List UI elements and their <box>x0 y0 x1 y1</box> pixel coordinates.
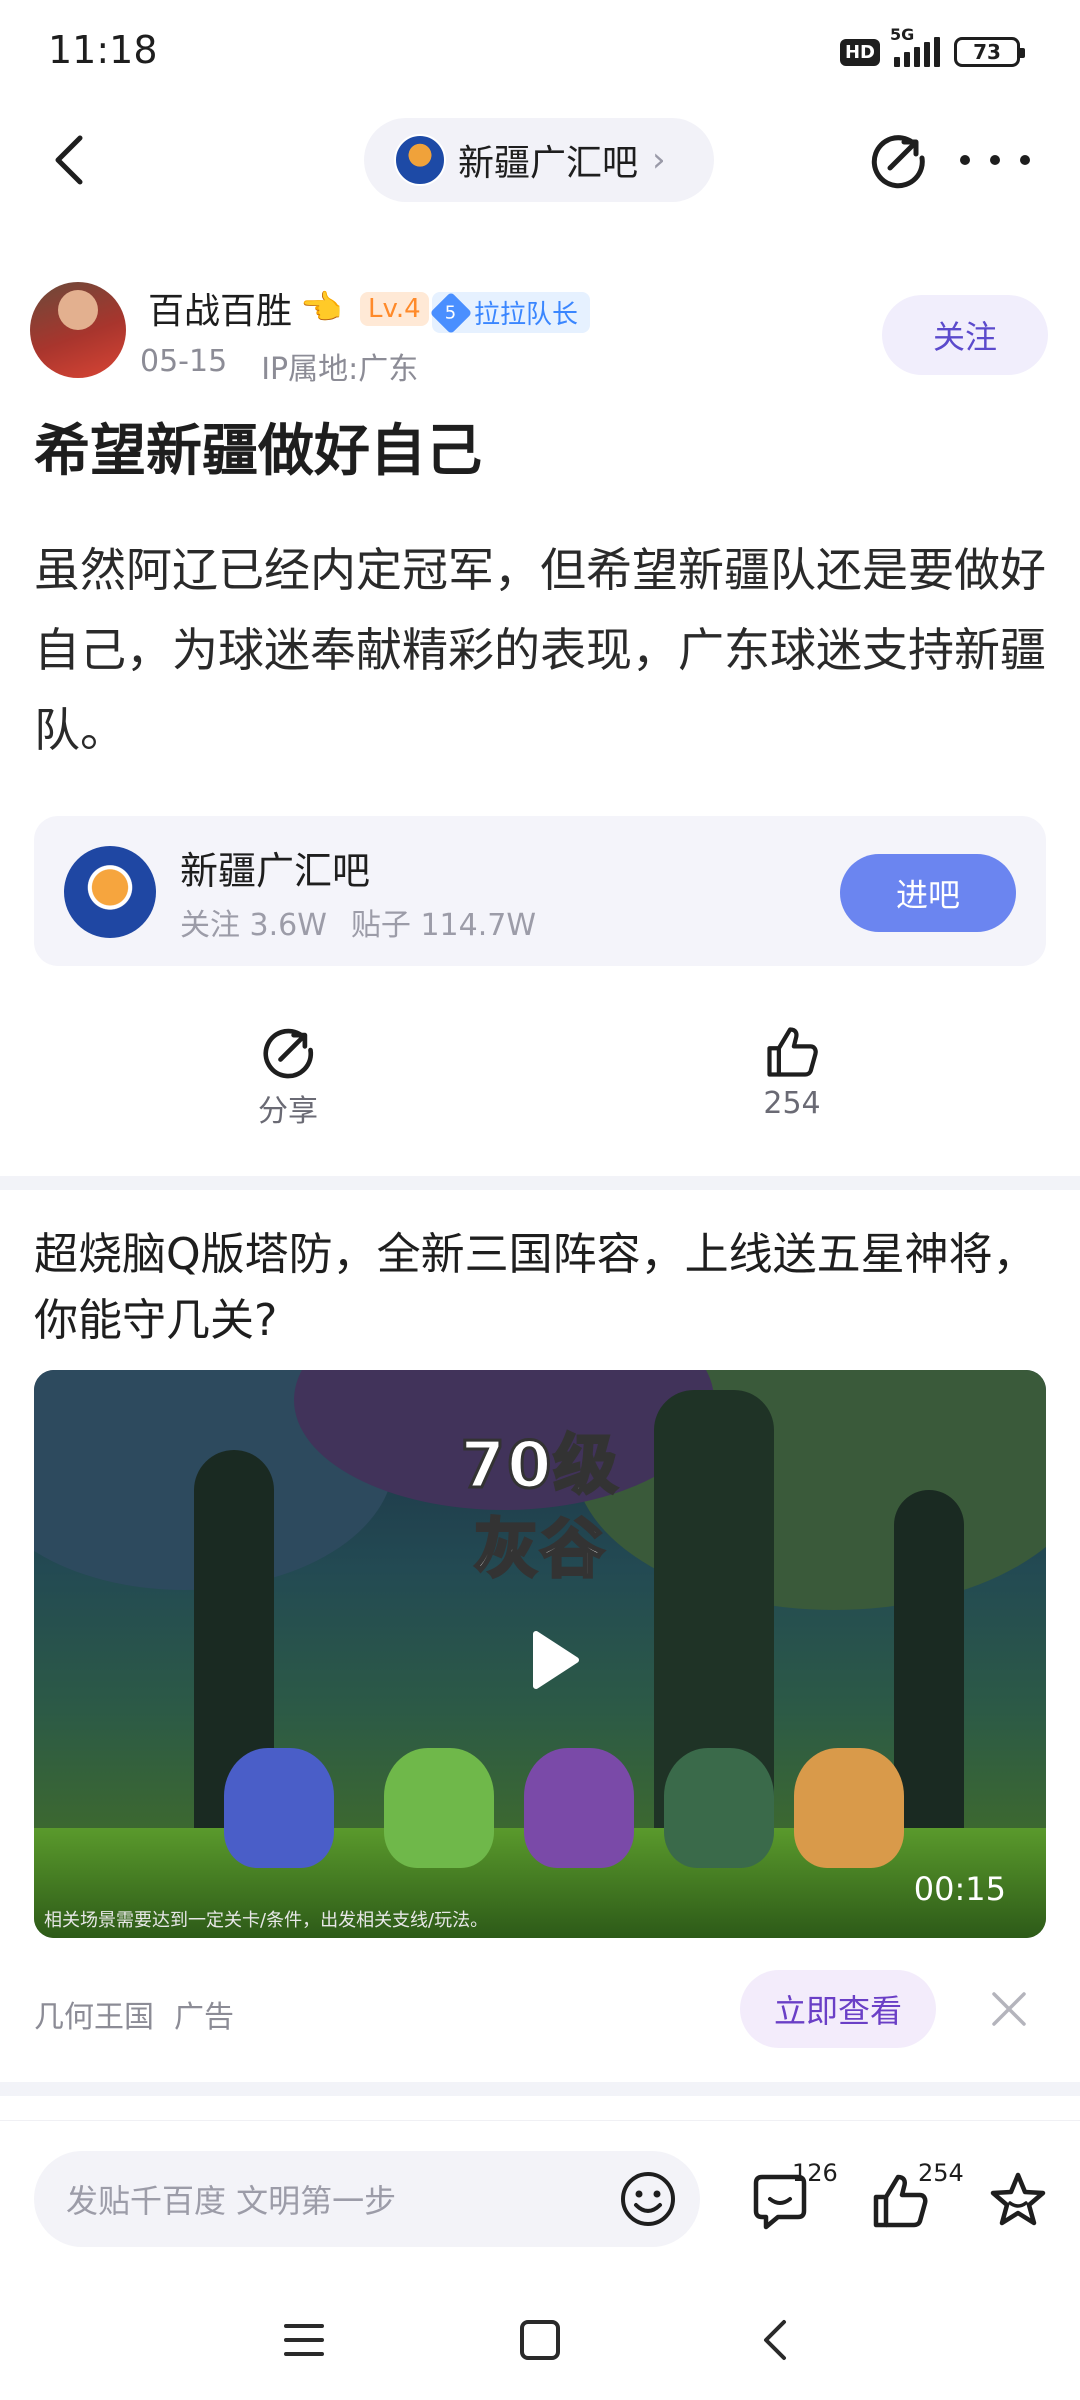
ad-source: 几何王国 广告 <box>34 1992 234 2036</box>
video-overlay-line2: 灰谷 <box>473 1512 606 1589</box>
like-icon <box>767 1027 818 1077</box>
character-dragon <box>224 1748 334 1868</box>
forum-card-name: 新疆广汇吧 <box>180 849 371 893</box>
forum-pill-name: 新疆广汇吧 <box>458 143 639 184</box>
ad-video[interactable]: 70级 灰谷 00:15 相关场景需要达到一定关卡/条件，出发相关支线/玩法。 <box>34 1370 1046 1938</box>
menu-icon[interactable] <box>282 2318 326 2362</box>
view-now-button[interactable]: 立即查看 <box>740 1970 936 2048</box>
more-icon[interactable] <box>960 138 1030 182</box>
forum-stats: 关注 3.6W 贴子 114.7W <box>180 900 536 944</box>
video-duration: 00:15 <box>913 1870 1006 1908</box>
video-disclaimer: 相关场景需要达到一定关卡/条件，出发相关支线/玩法。 <box>44 1910 489 1931</box>
level-badge: Lv.4 <box>360 292 429 326</box>
home-icon[interactable] <box>518 2318 562 2362</box>
ad-title[interactable]: 超烧脑Q版塔防，全新三国阵容，上线送五星神将，你能守几关? <box>34 1222 1046 1354</box>
ad-footer: 几何王国 广告 立即查看 <box>34 1970 1046 2050</box>
enter-forum-button[interactable]: 进吧 <box>840 854 1016 932</box>
follow-button[interactable]: 关注 <box>882 295 1048 375</box>
character-demon <box>664 1748 774 1868</box>
avatar[interactable] <box>30 282 126 378</box>
forum-logo <box>64 846 156 938</box>
forum-followers: 关注 3.6W <box>180 908 327 943</box>
section-divider <box>0 2082 1080 2096</box>
section-divider <box>0 1176 1080 1190</box>
play-icon[interactable] <box>512 1620 592 1700</box>
comment-input[interactable]: 发贴千百度 文明第一步 <box>34 2151 700 2247</box>
fan-level: 5 <box>445 301 457 323</box>
forum-posts: 贴子 114.7W <box>350 908 537 943</box>
battery-icon: 73 <box>954 37 1025 67</box>
bottom-comment-bar: 发贴千百度 文明第一步 126 254 <box>0 2120 1080 2280</box>
post-actions: 分享 254 <box>0 1022 1080 1142</box>
fan-title: 拉拉队长 <box>474 300 579 330</box>
signal-icon: 5G <box>890 25 940 67</box>
post-date: 05-15 <box>140 344 228 379</box>
battery-level: 73 <box>973 40 1001 64</box>
like-action[interactable]: 254 <box>732 1022 852 1121</box>
nav-back-icon[interactable] <box>754 2318 798 2362</box>
post-body: 虽然阿辽已经内定冠军，但希望新疆队还是要做好自己，为球迷奉献精彩的表现，广东球迷… <box>34 543 1046 757</box>
status-icons: HD 5G 73 <box>839 25 1025 74</box>
like-count: 254 <box>763 1086 821 1121</box>
post-meta: 05-15 IP属地:广东 <box>140 344 418 388</box>
author-name[interactable]: 百战百胜 <box>148 282 292 334</box>
character-elf <box>384 1748 494 1868</box>
forum-pill-button[interactable]: 新疆广汇吧 › <box>364 118 714 202</box>
video-overlay-line1: 70级 <box>459 1428 620 1505</box>
hd-icon: HD <box>839 38 880 66</box>
post-author: 百战百胜 👈 Lv.4 5 拉拉队长 05-15 IP属地:广东 关注 <box>30 282 1050 387</box>
top-nav-bar: 新疆广汇吧 › <box>0 110 1080 210</box>
ad-label: 广告 <box>174 2000 234 2035</box>
close-icon[interactable] <box>988 1988 1030 2030</box>
star-icon[interactable] <box>986 2169 1050 2233</box>
character-monkey <box>794 1748 904 1868</box>
diamond-icon: 5 <box>429 291 473 334</box>
emoji-icon[interactable] <box>618 2169 678 2229</box>
system-nav-bar <box>0 2280 1080 2400</box>
pointing-hand-emoji: 👈 <box>300 288 343 328</box>
share-icon[interactable] <box>866 128 930 192</box>
status-bar: 11:18 HD 5G 73 <box>0 0 1080 110</box>
share-icon <box>263 1028 314 1079</box>
fan-title-badge: 5 拉拉队长 <box>429 291 591 334</box>
chevron-right-icon: › <box>652 140 666 180</box>
share-label: 分享 <box>258 1094 318 1129</box>
network-type: 5G <box>890 25 915 44</box>
back-icon[interactable] <box>40 128 104 192</box>
post-title: 希望新疆做好自己 <box>34 419 482 484</box>
forum-logo-icon <box>394 134 446 186</box>
bottom-like-count: 254 <box>918 2159 964 2187</box>
status-time: 11:18 <box>48 28 158 72</box>
share-action[interactable]: 分享 <box>228 1022 348 1130</box>
ip-location: IP属地:广东 <box>261 352 419 387</box>
forum-card[interactable]: 新疆广汇吧 关注 3.6W 贴子 114.7W 进吧 <box>34 816 1046 966</box>
character-skull <box>524 1748 634 1868</box>
advertiser-name: 几何王国 <box>34 2000 154 2035</box>
comment-count: 126 <box>792 2159 838 2187</box>
